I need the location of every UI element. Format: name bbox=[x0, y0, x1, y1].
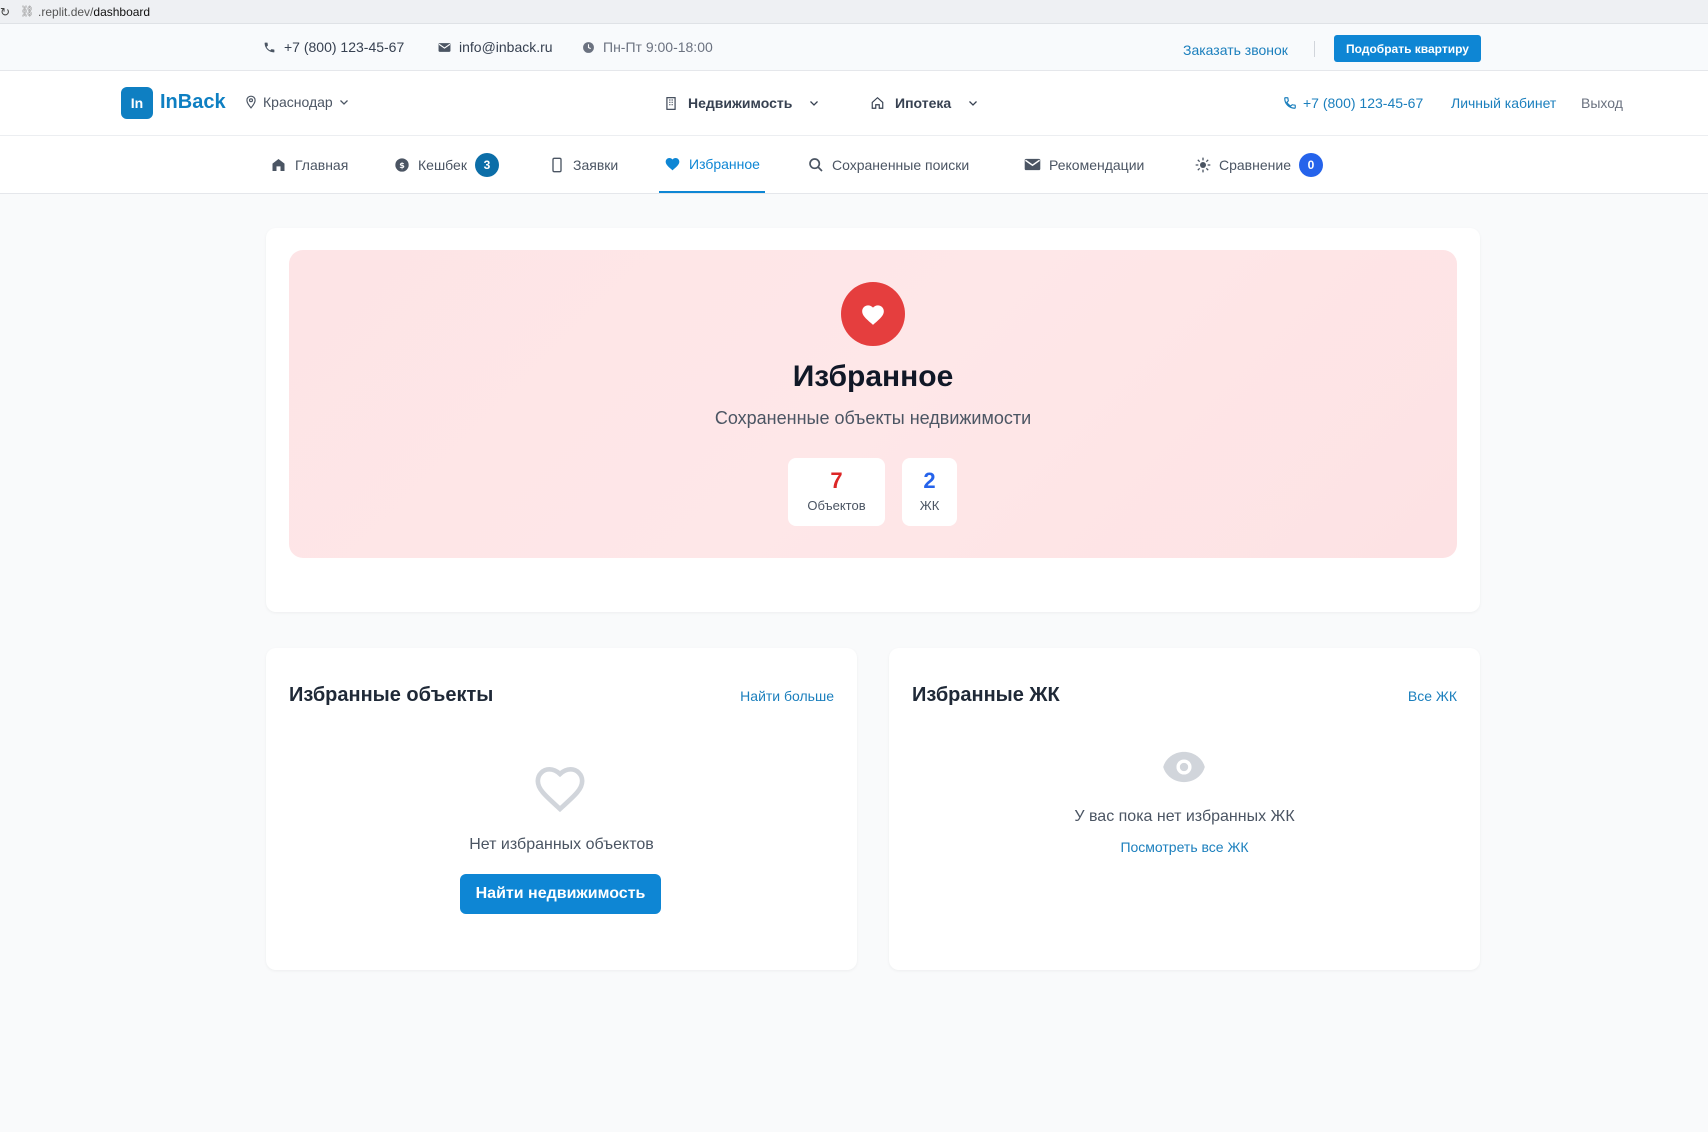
building-icon bbox=[666, 96, 676, 110]
cashback-badge: 3 bbox=[474, 152, 499, 177]
page-title: Избранное bbox=[792, 360, 954, 393]
phone-icon bbox=[552, 157, 562, 172]
logout-link[interactable]: Выход bbox=[1581, 95, 1623, 111]
tab-comparison[interactable]: Сравнение 0 bbox=[1195, 136, 1323, 193]
topbar-divider bbox=[1314, 41, 1315, 57]
tab-cashback[interactable]: $ Кешбек 3 bbox=[394, 136, 499, 193]
tab-favorites[interactable]: Избранное bbox=[659, 136, 765, 193]
tab-home[interactable]: Главная bbox=[270, 136, 348, 193]
phone-icon bbox=[1284, 97, 1296, 109]
envelope-icon bbox=[1024, 158, 1041, 171]
url-host: .replit.dev/ bbox=[38, 4, 94, 19]
comparison-badge: 0 bbox=[1298, 152, 1323, 177]
logo-text[interactable]: InBack bbox=[160, 91, 226, 114]
view-all-complexes-link[interactable]: Посмотреть все ЖК bbox=[889, 839, 1480, 855]
favorite-complexes-title: Избранные ЖК bbox=[912, 684, 1060, 706]
reload-icon[interactable]: ↻ bbox=[0, 5, 10, 19]
no-favorite-complexes-text: У вас пока нет избранных ЖК bbox=[1074, 808, 1295, 825]
logo-mark[interactable]: In bbox=[121, 87, 153, 119]
stat-complexes-label: ЖК bbox=[919, 498, 940, 513]
tab-saved-searches[interactable]: Сохраненные поиски bbox=[808, 136, 969, 193]
favorite-objects-card: Избранные объекты Найти больше Нет избра… bbox=[266, 648, 857, 970]
heart-icon bbox=[862, 305, 884, 325]
tab-label: Заявки bbox=[573, 156, 619, 173]
nav-mortgage-dropdown[interactable]: Ипотека bbox=[870, 95, 979, 111]
stat-complexes-value: 2 bbox=[923, 468, 936, 493]
pick-apartment-button[interactable]: Подобрать квартиру bbox=[1334, 35, 1481, 62]
city-label: Краснодар bbox=[263, 94, 333, 110]
all-complexes-link[interactable]: Все ЖК bbox=[1408, 688, 1457, 704]
header-phone-text: +7 (800) 123-45-67 bbox=[1303, 95, 1424, 111]
sun-icon bbox=[1195, 157, 1211, 172]
phone-icon bbox=[264, 42, 275, 52]
stat-objects-label: Объектов bbox=[807, 498, 866, 513]
location-pin-icon bbox=[246, 95, 256, 109]
heart-badge bbox=[841, 282, 905, 346]
favorites-hero: Избранное Сохраненные объекты недвижимос… bbox=[289, 250, 1457, 558]
main-header: In InBack Краснодар Недвижимость Ипотека… bbox=[0, 71, 1708, 136]
heart-icon bbox=[665, 158, 680, 171]
find-realty-button[interactable]: Найти недвижимость bbox=[460, 874, 661, 914]
chevron-down-icon bbox=[339, 100, 348, 105]
search-icon bbox=[809, 157, 823, 172]
envelope-icon bbox=[438, 42, 451, 52]
callback-link[interactable]: Заказать звонок bbox=[1183, 42, 1288, 58]
favorite-objects-title: Избранные объекты bbox=[289, 684, 494, 706]
top-info-bar: +7 (800) 123-45-67 info@inback.ru Пн-Пт … bbox=[0, 24, 1708, 71]
eye-icon bbox=[1163, 751, 1205, 783]
tab-requests[interactable]: Заявки bbox=[551, 136, 618, 193]
find-more-link[interactable]: Найти больше bbox=[740, 688, 834, 704]
top-hours: Пн-Пт 9:00-18:00 bbox=[582, 39, 713, 55]
top-email[interactable]: info@inback.ru bbox=[438, 39, 553, 55]
top-email-text: info@inback.ru bbox=[459, 39, 553, 55]
url-path: dashboard bbox=[93, 4, 151, 19]
tab-label: Кешбек bbox=[418, 156, 467, 173]
tab-label: Главная bbox=[295, 156, 349, 173]
page-subtitle: Сохраненные объекты недвижимости bbox=[714, 408, 1032, 428]
nav-realty-dropdown[interactable]: Недвижимость bbox=[664, 95, 820, 111]
stat-objects-value: 7 bbox=[830, 468, 843, 493]
coin-icon: $ bbox=[395, 157, 409, 172]
dashboard-tabs: Главная $ Кешбек 3 Заявки Избранное Сохр… bbox=[0, 136, 1708, 194]
tab-recommendations[interactable]: Рекомендации bbox=[1024, 136, 1144, 193]
stat-objects: 7 Объектов bbox=[788, 458, 885, 526]
home-icon bbox=[272, 158, 285, 171]
tab-label: Сохраненные поиски bbox=[832, 156, 970, 173]
top-phone[interactable]: +7 (800) 123-45-67 bbox=[263, 39, 404, 55]
top-hours-text: Пн-Пт 9:00-18:00 bbox=[603, 39, 713, 55]
heart-outline-icon bbox=[535, 766, 585, 813]
chevron-down-icon bbox=[969, 101, 978, 106]
top-phone-text: +7 (800) 123-45-67 bbox=[284, 39, 405, 55]
no-favorite-objects-text: Нет избранных объектов bbox=[469, 836, 654, 853]
tab-label: Сравнение bbox=[1219, 156, 1291, 173]
personal-cabinet-link[interactable]: Личный кабинет bbox=[1451, 95, 1556, 111]
stat-complexes: 2 ЖК bbox=[902, 458, 957, 526]
browser-address-bar[interactable]: ↻ ⛓ .replit.dev/dashboard bbox=[0, 0, 1708, 24]
tab-label: Рекомендации bbox=[1049, 156, 1145, 173]
tab-label: Избранное bbox=[689, 155, 760, 172]
house-icon bbox=[871, 96, 884, 109]
nav-realty-label: Недвижимость bbox=[688, 95, 793, 111]
nav-mortgage-label: Ипотека bbox=[895, 95, 952, 111]
link-icon: ⛓ bbox=[20, 6, 35, 18]
chevron-down-icon bbox=[810, 101, 819, 106]
clock-icon bbox=[583, 41, 594, 53]
svg-text:$: $ bbox=[399, 161, 405, 170]
city-selector[interactable]: Краснодар bbox=[244, 94, 350, 110]
favorite-complexes-card: Избранные ЖК Все ЖК У вас пока нет избра… bbox=[889, 648, 1480, 970]
header-phone[interactable]: +7 (800) 123-45-67 bbox=[1283, 95, 1423, 111]
